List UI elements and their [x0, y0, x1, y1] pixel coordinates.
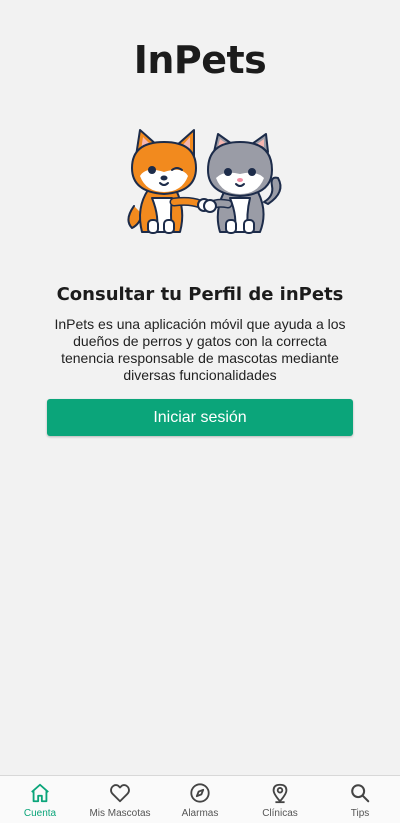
compass-icon [190, 783, 210, 803]
search-icon [351, 784, 370, 803]
login-button[interactable]: Iniciar sesión [47, 399, 353, 436]
app-title: InPets [133, 38, 267, 82]
profile-heading: Consultar tu Perfil de inPets [56, 284, 344, 305]
dog-and-cat-illustration [127, 129, 282, 234]
nav-item-clinicas[interactable]: Clínicas [240, 776, 320, 823]
nav-item-tips[interactable]: Tips [320, 776, 400, 823]
map-pin-icon [272, 783, 288, 804]
nav-item-cuenta[interactable]: Cuenta [0, 776, 80, 823]
bottom-navigation: Cuenta Mis Mascotas Alarmas Clínicas Tip… [0, 775, 400, 823]
home-icon [31, 783, 49, 803]
nav-label-alarmas: Alarmas [181, 808, 219, 819]
nav-item-alarmas[interactable]: Alarmas [160, 776, 240, 823]
nav-label-clinicas: Clínicas [262, 808, 298, 819]
app-description: InPets es una aplicación móvil que ayuda… [54, 316, 346, 383]
nav-label-tips: Tips [350, 808, 370, 819]
nav-item-mis-mascotas[interactable]: Mis Mascotas [80, 776, 160, 823]
heart-icon [110, 784, 130, 803]
nav-label-mis-mascotas: Mis Mascotas [89, 808, 151, 819]
nav-label-cuenta: Cuenta [23, 808, 57, 819]
